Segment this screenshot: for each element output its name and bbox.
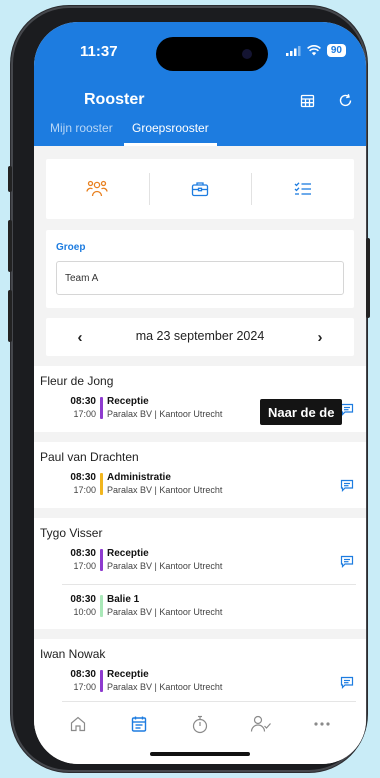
person-name: Paul van Drachten: [40, 450, 139, 464]
screen: 11:37 90 Rooster Mijn rooster Groepsroos…: [34, 22, 366, 764]
shift-divider: [62, 584, 356, 585]
shift-start-time: 08:30: [70, 548, 96, 559]
checklist-icon: [294, 182, 311, 195]
shift-info: Administratie Paralax BV | Kantoor Utrech…: [107, 472, 222, 496]
status-icons: 90: [285, 44, 346, 57]
shift-role: Receptie: [107, 548, 149, 559]
shift-location: Paralax BV | Kantoor Utrecht: [107, 607, 223, 617]
shift-role: Administratie: [107, 472, 171, 483]
shift-color-bar: [100, 549, 103, 571]
phone-frame: 11:37 90 Rooster Mijn rooster Groepsroos…: [8, 6, 370, 772]
person-name: Tygo Visser: [40, 526, 103, 540]
shift-end-time: 17:00: [73, 485, 96, 495]
shift-info: Receptie Paralax BV | Kantoor Utrecht: [107, 396, 222, 420]
shift-row[interactable]: 08:30 10:00 Balie 1 Paralax BV | Kantoor Ut…: [62, 594, 332, 620]
status-time: 11:37: [80, 43, 118, 60]
person-card: Iwan Nowak 08:30 17:00 Receptie Paralax BV |…: [34, 639, 366, 706]
shift-row[interactable]: 08:30 17:00 Administratie Paralax BV | Kant…: [62, 472, 332, 498]
power-button: [366, 238, 370, 318]
shift-location: Paralax BV | Kantoor Utrecht: [107, 409, 223, 419]
nav-home[interactable]: [63, 712, 93, 736]
person-name: Fleur de Jong: [40, 374, 114, 388]
date-navigator: ‹ ma 23 september 2024 ›: [46, 318, 354, 356]
shift-info: Receptie Paralax BV | Kantoor Utrecht: [107, 669, 222, 693]
battery-indicator: 90: [326, 44, 346, 57]
shift-color-bar: [100, 397, 103, 419]
camera-dot: [242, 49, 252, 59]
next-day-button[interactable]: ›: [308, 326, 332, 348]
person-card: Paul van Drachten 08:30 17:00 Administratie…: [34, 442, 366, 508]
chat-icon[interactable]: [338, 673, 356, 691]
tab-bar: Mijn rooster Groepsrooster: [34, 110, 366, 146]
group-select[interactable]: Team A: [56, 261, 344, 295]
chat-icon[interactable]: [338, 476, 356, 494]
app-header: 11:37 90 Rooster Mijn rooster Groepsroos…: [34, 22, 366, 146]
shift-info: Receptie Paralax BV | Kantoor Utrecht: [107, 548, 222, 572]
nav-availability[interactable]: [246, 712, 276, 736]
segment-people[interactable]: [46, 159, 149, 219]
home-icon: [71, 716, 86, 732]
shift-role: Balie 1: [107, 594, 140, 605]
silent-switch: [8, 166, 12, 192]
nav-timer[interactable]: [185, 712, 215, 736]
stopwatch-icon: [192, 715, 208, 733]
people-icon: [86, 180, 108, 197]
shift-location: Paralax BV | Kantoor Utrecht: [107, 682, 223, 692]
tab-mijn-rooster[interactable]: Mijn rooster: [42, 110, 121, 146]
briefcase-icon: [191, 182, 209, 197]
page-title: Rooster: [84, 91, 145, 108]
segment-checklist[interactable]: [251, 159, 354, 219]
volume-up-button: [8, 220, 12, 272]
group-filter: Groep Team A: [46, 230, 354, 308]
shift-row[interactable]: 08:30 17:00 Receptie Paralax BV | Kantoor U…: [62, 548, 332, 574]
shift-divider: [62, 701, 356, 702]
wifi-icon: [306, 45, 321, 56]
shift-times: 08:30 17:00: [62, 548, 96, 572]
shift-end-time: 10:00: [73, 607, 96, 617]
signal-icon: [285, 45, 301, 56]
shift-times: 08:30 17:00: [62, 396, 96, 420]
shift-start-time: 08:30: [70, 396, 96, 407]
refresh-icon[interactable]: [334, 89, 356, 111]
dynamic-island: [156, 37, 268, 71]
content-area: Groep Team A ‹ ma 23 september 2024 › Fl…: [34, 146, 366, 706]
bottom-navigation: [34, 704, 366, 764]
volume-down-button: [8, 290, 12, 342]
shift-color-bar: [100, 595, 103, 617]
view-switcher: [46, 159, 354, 219]
shift-start-time: 08:30: [70, 669, 96, 680]
shift-times: 08:30 17:00: [62, 669, 96, 693]
shift-role: Receptie: [107, 669, 149, 680]
shift-start-time: 08:30: [70, 594, 96, 605]
shift-end-time: 17:00: [73, 409, 96, 419]
group-label: Groep: [56, 242, 86, 253]
shift-color-bar: [100, 473, 103, 495]
chat-icon[interactable]: [338, 552, 356, 570]
nav-schedule[interactable]: [124, 712, 154, 736]
calendar-icon[interactable]: [296, 89, 318, 111]
nav-more[interactable]: [307, 712, 337, 736]
shift-times: 08:30 10:00: [62, 594, 96, 618]
tab-groepsrooster[interactable]: Groepsrooster: [124, 110, 217, 146]
segment-briefcase[interactable]: [148, 159, 252, 219]
more-icon: [313, 722, 330, 726]
user-check-icon: [250, 715, 271, 732]
tooltip-label: Naar de de: [260, 399, 343, 425]
shift-start-time: 08:30: [70, 472, 96, 483]
shift-location: Paralax BV | Kantoor Utrecht: [107, 561, 223, 571]
shift-role: Receptie: [107, 396, 149, 407]
person-card: Tygo Visser 08:30 17:00 Receptie Paralax BV …: [34, 518, 366, 629]
shift-times: 08:30 17:00: [62, 472, 96, 496]
schedule-icon: [131, 716, 147, 732]
shift-end-time: 17:00: [73, 682, 96, 692]
shift-end-time: 17:00: [73, 561, 96, 571]
shift-row[interactable]: 08:30 17:00 Receptie Paralax BV | Kantoor U…: [62, 669, 332, 695]
person-name: Iwan Nowak: [40, 647, 106, 661]
shift-color-bar: [100, 670, 103, 692]
shift-location: Paralax BV | Kantoor Utrecht: [107, 485, 223, 495]
shift-info: Balie 1 Paralax BV | Kantoor Utrecht: [107, 594, 222, 618]
home-indicator: [150, 752, 250, 756]
